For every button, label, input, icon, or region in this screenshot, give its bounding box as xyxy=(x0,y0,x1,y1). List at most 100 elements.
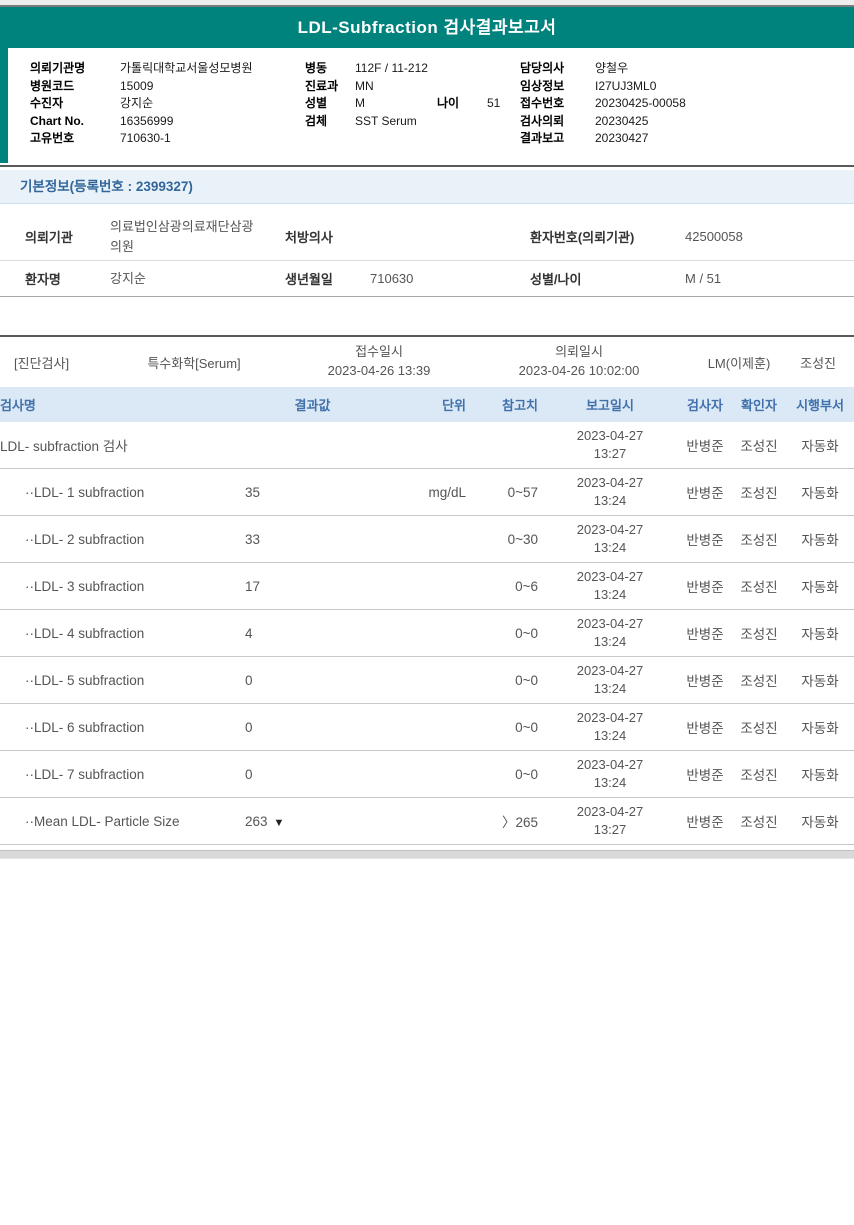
info-field-row: 의뢰기관명 가톨릭대학교서울성모병원 xyxy=(30,60,252,78)
result-value-cell: 4 xyxy=(235,626,390,641)
info-field-label: 고유번호 xyxy=(30,131,75,145)
result-tester: 반병준 xyxy=(686,627,724,642)
result-value-cell: 17 xyxy=(235,579,390,594)
result-value: 33 xyxy=(245,531,261,547)
info-field-label: 병원코드 xyxy=(30,78,75,93)
result-value: 263 xyxy=(245,813,268,829)
request-value: 2023-04-26 10:02:00 xyxy=(518,363,640,378)
info-field-label: 진료과 xyxy=(305,78,339,93)
info-field-value: MN xyxy=(355,78,374,93)
patient-field-label: 환자번호(의뢰기관) xyxy=(530,230,635,245)
column-header-reported: 보고일시 xyxy=(586,398,634,413)
result-row: ··LDL- 4 subfraction 4 0~0 2023-04-27 13… xyxy=(0,610,854,657)
result-reported-time: 13:24 xyxy=(593,634,627,649)
result-reference-range: 0~0 xyxy=(515,766,538,782)
result-reported-time: 13:27 xyxy=(593,446,627,461)
info-field-row: 고유번호 710630-1 xyxy=(30,130,252,148)
results-table-header: 검사명 결과값 단위 참고치 보고일시 검사자 확인자 시행부서 xyxy=(0,387,854,422)
result-performing-dept: 자동화 xyxy=(801,721,839,736)
request-datetime: 의뢰일시 2023-04-26 10:02:00 xyxy=(474,343,684,381)
result-performing-dept: 자동화 xyxy=(801,627,839,642)
result-reported-datetime: 2023-04-27 13:27 xyxy=(542,427,678,463)
patient-info-row: 의뢰기관 의료법인삼광의료재단삼광의원 처방의사 환자번호(의뢰기관) 4250… xyxy=(0,213,854,261)
patient-field-label: 생년월일 xyxy=(285,272,333,287)
result-tester: 반병준 xyxy=(686,486,724,501)
result-value: 0 xyxy=(245,719,253,735)
patient-field-value: 710630 xyxy=(370,271,414,286)
column-header-test-name: 검사명 xyxy=(0,398,36,413)
info-field-row: 성별 M 나이 51 xyxy=(305,95,500,113)
result-confirmer: 조성진 xyxy=(740,533,778,548)
result-value-cell: 0 xyxy=(235,720,390,735)
low-flag-triangle-icon: ▼ xyxy=(273,816,285,829)
result-reference-range: 〉265 xyxy=(501,815,538,830)
result-reported-time: 13:24 xyxy=(593,540,627,555)
header-info-column-3: 담당의사 양철우 임상정보 I27UJ3ML0 접수번호 20230425-00… xyxy=(520,60,686,148)
patient-field-value: 강지순 xyxy=(110,269,285,289)
result-reference-range: 0~57 xyxy=(507,484,538,500)
info-field-label: Chart No. xyxy=(30,113,84,128)
basic-info-section-header: 기본정보(등록번호 : 2399327) xyxy=(0,170,854,204)
info-field-value: 710630-1 xyxy=(120,131,171,145)
result-tester: 반병준 xyxy=(686,674,724,689)
result-test-name: ··LDL- 3 subfraction xyxy=(25,578,145,594)
request-label: 의뢰일시 xyxy=(555,344,603,360)
result-confirmer: 조성진 xyxy=(740,674,778,689)
result-tester: 반병준 xyxy=(686,580,724,595)
result-row: ··LDL- 2 subfraction 33 0~30 2023-04-27 … xyxy=(0,516,854,563)
patient-info-row: 환자명 강지순 생년월일 710630 성별/나이 M / 51 xyxy=(0,261,854,297)
patient-field-label: 의뢰기관 xyxy=(25,230,73,245)
info-field-label: 수진자 xyxy=(30,96,64,110)
result-test-name: ··LDL- 1 subfraction xyxy=(25,484,145,500)
result-reported-date: 2023-04-27 xyxy=(576,427,644,443)
result-tester: 반병준 xyxy=(686,439,724,454)
patient-field-value: 42500058 xyxy=(685,229,743,244)
result-value: 0 xyxy=(245,672,253,688)
info-field-label: 접수번호 xyxy=(520,96,565,110)
patient-field-value: 의료법인삼광의료재단삼광의원 xyxy=(110,217,285,256)
result-performing-dept: 자동화 xyxy=(801,486,839,501)
result-reported-date: 2023-04-27 xyxy=(576,709,644,725)
info-field-row: 접수번호 20230425-00058 xyxy=(520,95,686,113)
info-field-value: 15009 xyxy=(120,78,154,93)
result-test-name: ··LDL- 6 subfraction xyxy=(25,719,145,735)
result-reported-date: 2023-04-27 xyxy=(576,568,644,584)
result-reported-datetime: 2023-04-27 13:24 xyxy=(542,521,678,557)
info-field-value: 강지순 xyxy=(120,96,154,110)
info-field-value: 20230425-00058 xyxy=(595,96,686,110)
approver-name: 조성진 xyxy=(800,355,836,371)
result-test-name: ··LDL- 2 subfraction xyxy=(25,531,145,547)
result-reported-date: 2023-04-27 xyxy=(576,756,644,772)
column-header-unit: 단위 xyxy=(442,398,466,413)
result-reported-datetime: 2023-04-27 13:24 xyxy=(542,756,678,792)
result-reported-time: 13:24 xyxy=(593,775,627,790)
result-confirmer: 조성진 xyxy=(740,580,778,595)
result-value-cell: 0 xyxy=(235,673,390,688)
result-reported-date: 2023-04-27 xyxy=(576,615,644,631)
column-header-reference: 참고치 xyxy=(502,398,538,413)
divider-line xyxy=(0,165,854,167)
info-field-value: 112F / 11-212 xyxy=(355,61,428,75)
result-tester: 반병준 xyxy=(686,815,724,830)
info-field-row: 결과보고 20230427 xyxy=(520,130,686,148)
result-row: ··LDL- 1 subfraction 35 mg/dL 0~57 2023-… xyxy=(0,469,854,516)
column-header-tester: 검사자 xyxy=(687,398,723,413)
result-test-name: ··LDL- 7 subfraction xyxy=(25,766,145,782)
result-reported-datetime: 2023-04-27 13:24 xyxy=(542,615,678,651)
result-confirmer: 조성진 xyxy=(740,627,778,642)
column-header-result: 결과값 xyxy=(294,398,331,413)
result-row: LDL- subfraction 검사 2023-04-27 13:27 반병준… xyxy=(0,422,854,469)
patient-field-value-text: 강지순 xyxy=(110,270,146,286)
info-field-label: 병동 xyxy=(305,61,328,75)
result-reported-time: 13:27 xyxy=(593,822,627,837)
patient-field-label: 환자명 xyxy=(25,272,61,287)
info-field-row: 병원코드 15009 xyxy=(30,78,252,96)
info-field-row: 검체 SST Serum xyxy=(305,113,500,131)
column-header-confirmer: 확인자 xyxy=(741,398,777,413)
info-field-label: 의뢰기관명 xyxy=(30,61,86,75)
page-title: LDL-Subfraction 검사결과보고서 xyxy=(297,18,557,37)
result-reported-time: 13:24 xyxy=(593,493,627,508)
result-reference-range: 0~0 xyxy=(515,672,538,688)
info-field-label: 검체 xyxy=(305,113,328,128)
order-meta-row: [진단검사] 특수화학[Serum] 접수일시 2023-04-26 13:39… xyxy=(0,337,854,387)
